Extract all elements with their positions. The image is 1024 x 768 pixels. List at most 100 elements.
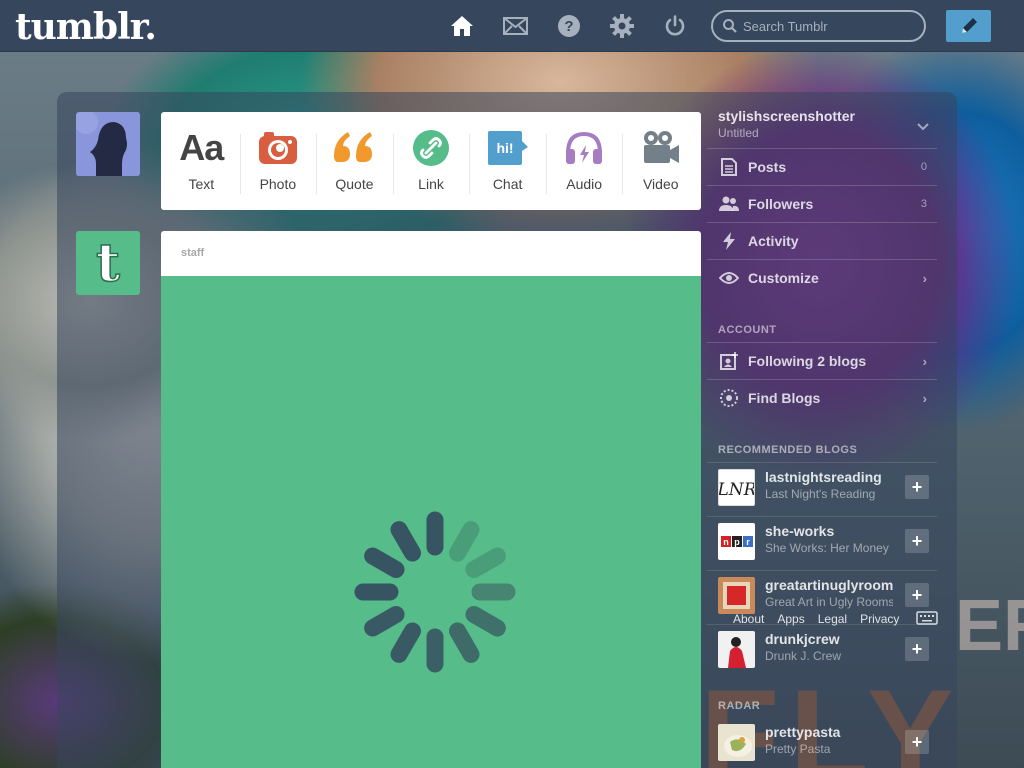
follow-button[interactable]: + (905, 475, 929, 499)
post-type-photo[interactable]: Photo (239, 112, 317, 210)
post-type-quote[interactable]: Quote (316, 112, 393, 210)
sidebar-item-posts[interactable]: Posts 0 (707, 148, 937, 185)
top-navigation-bar: tumblr. ? (0, 0, 1024, 52)
sidebar-item-customize[interactable]: Customize › (707, 259, 937, 296)
sidebar-item-label: Posts (748, 159, 787, 175)
follow-button[interactable]: + (905, 583, 929, 607)
search-box (711, 10, 926, 42)
post-type-link[interactable]: Link (392, 112, 470, 210)
sidebar-item-label: Customize (748, 270, 819, 286)
lightning-icon (718, 232, 740, 250)
footer-link-privacy[interactable]: Privacy (860, 612, 899, 626)
power-icon[interactable] (662, 13, 688, 39)
help-icon[interactable]: ? (556, 13, 582, 39)
link-icon (413, 128, 450, 168)
post-author[interactable]: staff (161, 231, 701, 276)
followers-icon (718, 196, 740, 212)
account-section-header: ACCOUNT (718, 324, 777, 336)
chevron-down-icon[interactable] (917, 120, 929, 134)
blog-title-text: Untitled (718, 126, 759, 140)
search-input[interactable] (743, 18, 913, 34)
blog-name[interactable]: stylishscreenshotter (707, 100, 937, 124)
sidebar-item-activity[interactable]: Activity (707, 222, 937, 259)
recommended-blog-item[interactable]: drunkjcrew Drunk J. Crew + (707, 624, 937, 678)
home-icon[interactable] (449, 13, 475, 39)
post-type-chat[interactable]: hi! Chat (469, 112, 546, 210)
blog-avatar: npr (718, 523, 755, 560)
sidebar-item-label: Find Blogs (748, 390, 821, 406)
radar-blog-item[interactable]: prettypasta Pretty Pasta + (707, 718, 937, 768)
loading-spinner-icon (354, 511, 516, 673)
blog-avatar (718, 577, 755, 614)
background-letters-right: ER (955, 586, 1024, 666)
blog-name: lastnightsreading (765, 469, 882, 485)
sidebar: stylishscreenshotter Untitled Posts 0 Fo… (707, 100, 937, 768)
recommended-blog-item[interactable]: LNR lastnightsreading Last Night's Readi… (707, 462, 937, 516)
blog-subtitle: Pretty Pasta (765, 742, 831, 756)
keyboard-icon[interactable] (916, 611, 938, 630)
footer-links: About Apps Legal Privacy (733, 612, 899, 626)
post-type-label: Photo (259, 176, 297, 192)
chat-icon: hi! (487, 128, 528, 168)
footer-link-apps[interactable]: Apps (777, 612, 804, 626)
chevron-right-icon: › (922, 353, 927, 369)
chevron-right-icon: › (922, 390, 927, 406)
recommended-section-header: RECOMMENDED BLOGS (718, 444, 858, 456)
search-icon (723, 19, 737, 33)
sidebar-item-following[interactable]: Following 2 blogs › (707, 342, 937, 379)
sidebar-item-label: Activity (748, 233, 799, 249)
svg-text:hi!: hi! (496, 140, 513, 156)
blog-subtitle: Drunk J. Crew (765, 649, 842, 663)
post-type-label: Link (418, 176, 444, 192)
mail-icon[interactable] (502, 13, 528, 39)
post-type-audio[interactable]: Audio (545, 112, 623, 210)
blog-avatar (718, 631, 755, 668)
post-type-label: Text (188, 176, 215, 192)
blog-subtitle: Great Art in Ugly Rooms (765, 595, 893, 609)
blog-name: greatartinuglyrooms (765, 577, 893, 593)
video-camera-icon (642, 128, 680, 168)
text-icon: Aa (179, 127, 224, 168)
eye-icon (718, 272, 740, 284)
sidebar-item-followers[interactable]: Followers 3 (707, 185, 937, 222)
tumblr-logo[interactable]: tumblr. (15, 6, 157, 48)
svg-text:LNR: LNR (719, 480, 755, 500)
posts-icon (718, 158, 740, 176)
followers-count: 3 (920, 198, 927, 210)
posts-count: 0 (920, 161, 927, 173)
post-type-text[interactable]: Aa Text (163, 112, 240, 210)
follow-button[interactable]: + (905, 637, 929, 661)
post-type-label: Chat (492, 176, 523, 192)
radar-section-header: RADAR (718, 700, 761, 712)
compose-button[interactable] (946, 10, 991, 42)
blog-avatar: LNR (718, 469, 755, 506)
recommended-blog-item[interactable]: npr she-works She Works: Her Money + (707, 516, 937, 570)
blog-title: Untitled (707, 123, 937, 148)
footer-link-legal[interactable]: Legal (818, 612, 847, 626)
footer-link-about[interactable]: About (733, 612, 764, 626)
svg-text:n: n (723, 537, 729, 547)
camera-icon (258, 128, 297, 168)
compass-icon (718, 388, 740, 408)
post-type-label: Quote (335, 176, 374, 192)
svg-text:r: r (746, 537, 750, 547)
sidebar-item-label: Followers (748, 196, 814, 212)
sidebar-item-find-blogs[interactable]: Find Blogs › (707, 379, 937, 416)
follow-button[interactable]: + (905, 529, 929, 553)
post-type-video[interactable]: Video (622, 112, 699, 210)
post-content (161, 276, 701, 768)
chevron-right-icon: › (922, 270, 927, 286)
blog-subtitle: Last Night's Reading (765, 487, 876, 501)
follow-button[interactable]: + (905, 730, 929, 754)
following-icon (718, 352, 740, 370)
post-type-label: Audio (566, 176, 603, 192)
gear-icon[interactable] (609, 13, 635, 39)
blog-name: she-works (765, 523, 835, 539)
user-avatar[interactable] (76, 112, 140, 176)
svg-text:p: p (734, 537, 740, 547)
svg-text:?: ? (564, 18, 573, 35)
post-type-label: Video (642, 176, 679, 192)
staff-avatar[interactable]: t (76, 231, 140, 295)
blog-name: prettypasta (765, 724, 841, 740)
post-type-bar: Aa Text Photo Quote Link hi! Chat Audio (161, 112, 701, 210)
